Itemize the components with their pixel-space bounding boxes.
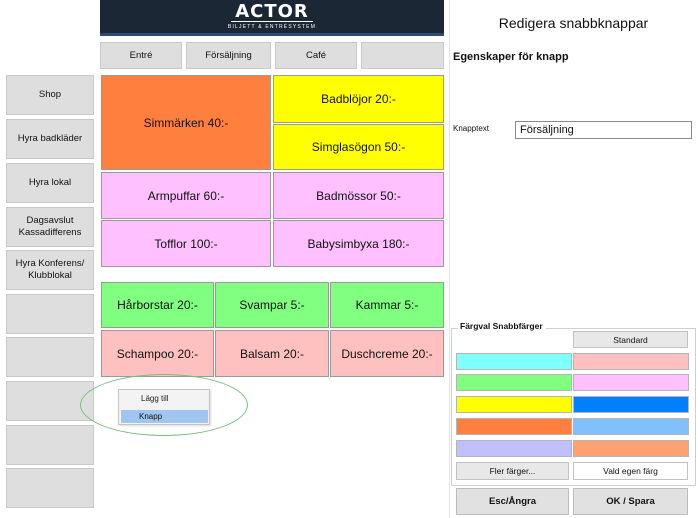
tile-armpuffar[interactable]: Armpuffar 60:- (101, 172, 271, 219)
sidebar-item-empty-1[interactable] (6, 294, 94, 334)
tab-entre[interactable]: Entré (100, 42, 182, 69)
sidebar-item-empty-5[interactable] (6, 468, 94, 508)
tile-simmarken[interactable]: Simmärken 40:- (101, 75, 271, 170)
sidebar-item-hyra-konferens[interactable]: Hyra Konferens/ Klubblokal (6, 250, 94, 290)
actor-logo: ACTOR BILJETT & ENTRÉSYSTEM (100, 0, 444, 36)
tile-balsam[interactable]: Balsam 20:- (215, 330, 329, 377)
color-swatch-left-1[interactable] (456, 353, 572, 370)
tile-simglasogon[interactable]: Simglasögon 50:- (273, 124, 444, 170)
color-swatch-right-4[interactable] (573, 418, 689, 435)
tile-svampar[interactable]: Svampar 5:- (215, 282, 329, 328)
more-colors-button[interactable]: Fler färger... (456, 462, 569, 480)
sidebar-item-empty-4[interactable] (6, 425, 94, 465)
context-menu-item-knapp[interactable]: Knapp (121, 410, 208, 423)
context-menu: Lägg till Knapp (118, 389, 210, 425)
color-group-label: Färgval Snabbfärger (458, 321, 546, 331)
standard-button[interactable]: Standard (573, 331, 688, 348)
custom-color-button[interactable]: Vald egen färg (573, 462, 688, 480)
panel-title: Redigera snabbknappar (498, 15, 649, 31)
tile-babysimbyxa[interactable]: Babysimbyxa 180:- (273, 220, 444, 267)
tab-empty[interactable] (361, 42, 444, 69)
logo-sub-text: BILJETT & ENTRÉSYSTEM (227, 24, 317, 30)
properties-heading: Egenskaper för knapp (453, 51, 569, 63)
tab-forsaljning[interactable]: Försäljning (186, 42, 271, 69)
sidebar-item-hyra-lokal[interactable]: Hyra lokal (6, 163, 94, 203)
tile-badmossor[interactable]: Badmössor 50:- (273, 172, 444, 219)
tile-schampoo[interactable]: Schampoo 20:- (101, 330, 214, 377)
sidebar-item-dagsavslut[interactable]: Dagsavslut Kassadifferens (6, 207, 94, 247)
sidebar-item-empty-2[interactable] (6, 337, 94, 377)
button-text-input[interactable] (515, 121, 692, 139)
tile-duschcreme[interactable]: Duschcreme 20:- (330, 330, 444, 377)
context-menu-title: Lägg till (141, 394, 169, 403)
tab-cafe[interactable]: Café (275, 42, 357, 69)
color-swatch-right-2[interactable] (573, 374, 689, 391)
color-swatch-left-2[interactable] (456, 374, 572, 391)
color-swatch-left-3[interactable] (456, 396, 572, 413)
tile-kammar[interactable]: Kammar 5:- (330, 282, 444, 328)
color-swatch-left-4[interactable] (456, 418, 572, 435)
sidebar-item-shop[interactable]: Shop (6, 75, 94, 115)
tile-harborstar[interactable]: Hårborstar 20:- (101, 282, 214, 328)
logo-main-text: ACTOR (231, 3, 313, 22)
color-swatch-right-3[interactable] (573, 396, 689, 413)
color-swatch-right-1[interactable] (573, 353, 689, 370)
sidebar-item-hyra-badklader[interactable]: Hyra badkläder (6, 119, 94, 159)
tile-badblojor[interactable]: Badblöjor 20:- (273, 75, 444, 123)
color-swatch-left-5[interactable] (456, 440, 572, 457)
button-text-label: Knapptext (453, 124, 490, 133)
cancel-button[interactable]: Esc/Ångra (456, 488, 569, 515)
ok-save-button[interactable]: OK / Spara (573, 488, 688, 515)
color-swatch-right-5[interactable] (573, 440, 689, 457)
tile-tofflor[interactable]: Tofflor 100:- (101, 220, 271, 267)
